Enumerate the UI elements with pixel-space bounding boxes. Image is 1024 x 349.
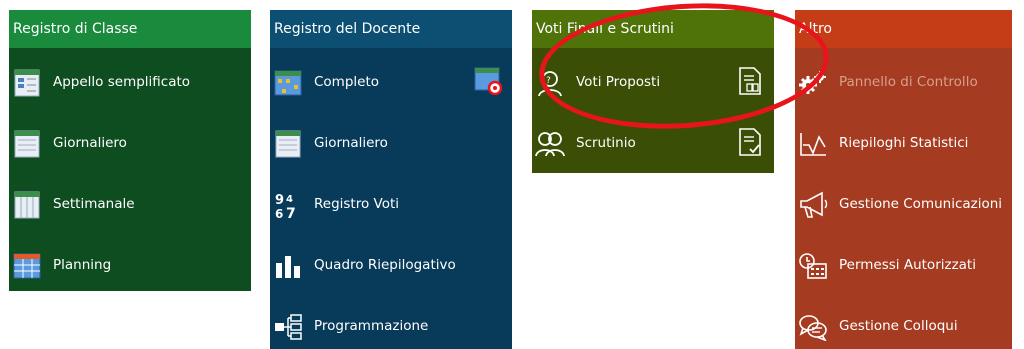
document-people-icon[interactable] xyxy=(736,66,764,96)
svg-text:4: 4 xyxy=(286,194,293,205)
svg-text:?: ? xyxy=(546,76,551,86)
menu-item-riepiloghi-statistici[interactable]: Riepiloghi Statistici xyxy=(795,113,1012,174)
panel-registro-classe: Registro di Classe Appello semplificato … xyxy=(9,10,251,291)
menu-item-planning[interactable]: Planning xyxy=(9,235,251,296)
weekly-sheet-icon xyxy=(12,190,42,220)
megaphone-icon xyxy=(798,190,828,220)
panel-title: Registro del Docente xyxy=(270,10,512,48)
menu-item-label: Gestione Colloqui xyxy=(839,318,958,334)
menu-item-giornaliero-docente[interactable]: Giornaliero xyxy=(270,113,512,174)
daily-sheet-icon xyxy=(273,129,303,159)
panel-voti-finali: Voti Finali e Scrutini ? Voti Proposti S… xyxy=(532,10,774,173)
panel-altro: Altro Pannello di Controllo Riepiloghi S… xyxy=(795,10,1012,349)
grid-target-icon[interactable] xyxy=(474,66,502,96)
menu-item-gestione-colloqui[interactable]: Gestione Colloqui xyxy=(795,296,1012,349)
gears-icon xyxy=(798,68,828,98)
menu-item-label: Gestione Comunicazioni xyxy=(839,196,1003,212)
menu-item-gestione-comunicazioni[interactable]: Gestione Comunicazioni xyxy=(795,174,1012,235)
menu-item-label: Registro Voti xyxy=(314,196,400,212)
planning-grid-icon xyxy=(12,251,42,281)
svg-text:6: 6 xyxy=(275,207,283,219)
panel-body: Appello semplificato Giornaliero Settima… xyxy=(9,48,251,291)
menu-item-label: Completo xyxy=(314,74,380,90)
menu-item-scrutinio[interactable]: Scrutinio xyxy=(532,113,774,174)
panel-title: Altro xyxy=(795,10,1012,48)
line-chart-icon xyxy=(798,129,828,159)
menu-item-pannello-di-controllo: Pannello di Controllo xyxy=(795,52,1012,113)
menu-item-programmazione[interactable]: Programmazione xyxy=(270,296,512,349)
clock-calendar-icon xyxy=(798,251,828,281)
menu-item-label: Planning xyxy=(53,257,112,273)
menu-item-label: Voti Proposti xyxy=(576,74,661,90)
users-icon xyxy=(535,129,565,159)
panel-body: ? Voti Proposti Scrutinio xyxy=(532,48,774,173)
attendance-sheet-icon xyxy=(12,68,42,98)
menu-item-label: Scrutinio xyxy=(576,135,636,151)
user-question-icon: ? xyxy=(535,68,565,98)
svg-text:9: 9 xyxy=(275,193,284,208)
menu-item-completo[interactable]: Completo xyxy=(270,52,512,113)
menu-item-label: Pannello di Controllo xyxy=(839,74,978,90)
menu-item-label: Permessi Autorizzati xyxy=(839,257,976,273)
menu-item-label: Giornaliero xyxy=(53,135,127,151)
menu-item-voti-proposti[interactable]: ? Voti Proposti xyxy=(532,52,774,113)
svg-text:7: 7 xyxy=(286,206,296,219)
menu-item-giornaliero[interactable]: Giornaliero xyxy=(9,113,251,174)
panel-body: Pannello di Controllo Riepiloghi Statist… xyxy=(795,48,1012,349)
menu-item-appello-semplificato[interactable]: Appello semplificato xyxy=(9,52,251,113)
panel-registro-docente: Registro del Docente Completo Giornalier… xyxy=(270,10,512,349)
menu-item-label: Riepiloghi Statistici xyxy=(839,135,969,151)
menu-item-label: Appello semplificato xyxy=(53,74,191,90)
menu-item-quadro-riepilogativo[interactable]: Quadro Riepilogativo xyxy=(270,235,512,296)
menu-item-label: Quadro Riepilogativo xyxy=(314,257,456,273)
menu-item-registro-voti[interactable]: 9467 Registro Voti xyxy=(270,174,512,235)
grid-calendar-icon xyxy=(273,68,303,98)
grades-numbers-icon: 9467 xyxy=(273,190,303,220)
hierarchy-icon xyxy=(273,312,303,342)
panel-body: Completo Giornaliero 9467 Registro Voti … xyxy=(270,48,512,349)
menu-item-permessi-autorizzati[interactable]: Permessi Autorizzati xyxy=(795,235,1012,296)
panel-title: Registro di Classe xyxy=(9,10,251,48)
menu-item-settimanale[interactable]: Settimanale xyxy=(9,174,251,235)
menu-item-label: Programmazione xyxy=(314,318,429,334)
daily-sheet-icon xyxy=(12,129,42,159)
menu-item-label: Giornaliero xyxy=(314,135,388,151)
bar-chart-icon xyxy=(273,251,303,281)
chat-bubbles-icon xyxy=(798,312,828,342)
menu-item-label: Settimanale xyxy=(53,196,135,212)
document-check-icon[interactable] xyxy=(736,127,764,157)
panel-title: Voti Finali e Scrutini xyxy=(532,10,774,48)
